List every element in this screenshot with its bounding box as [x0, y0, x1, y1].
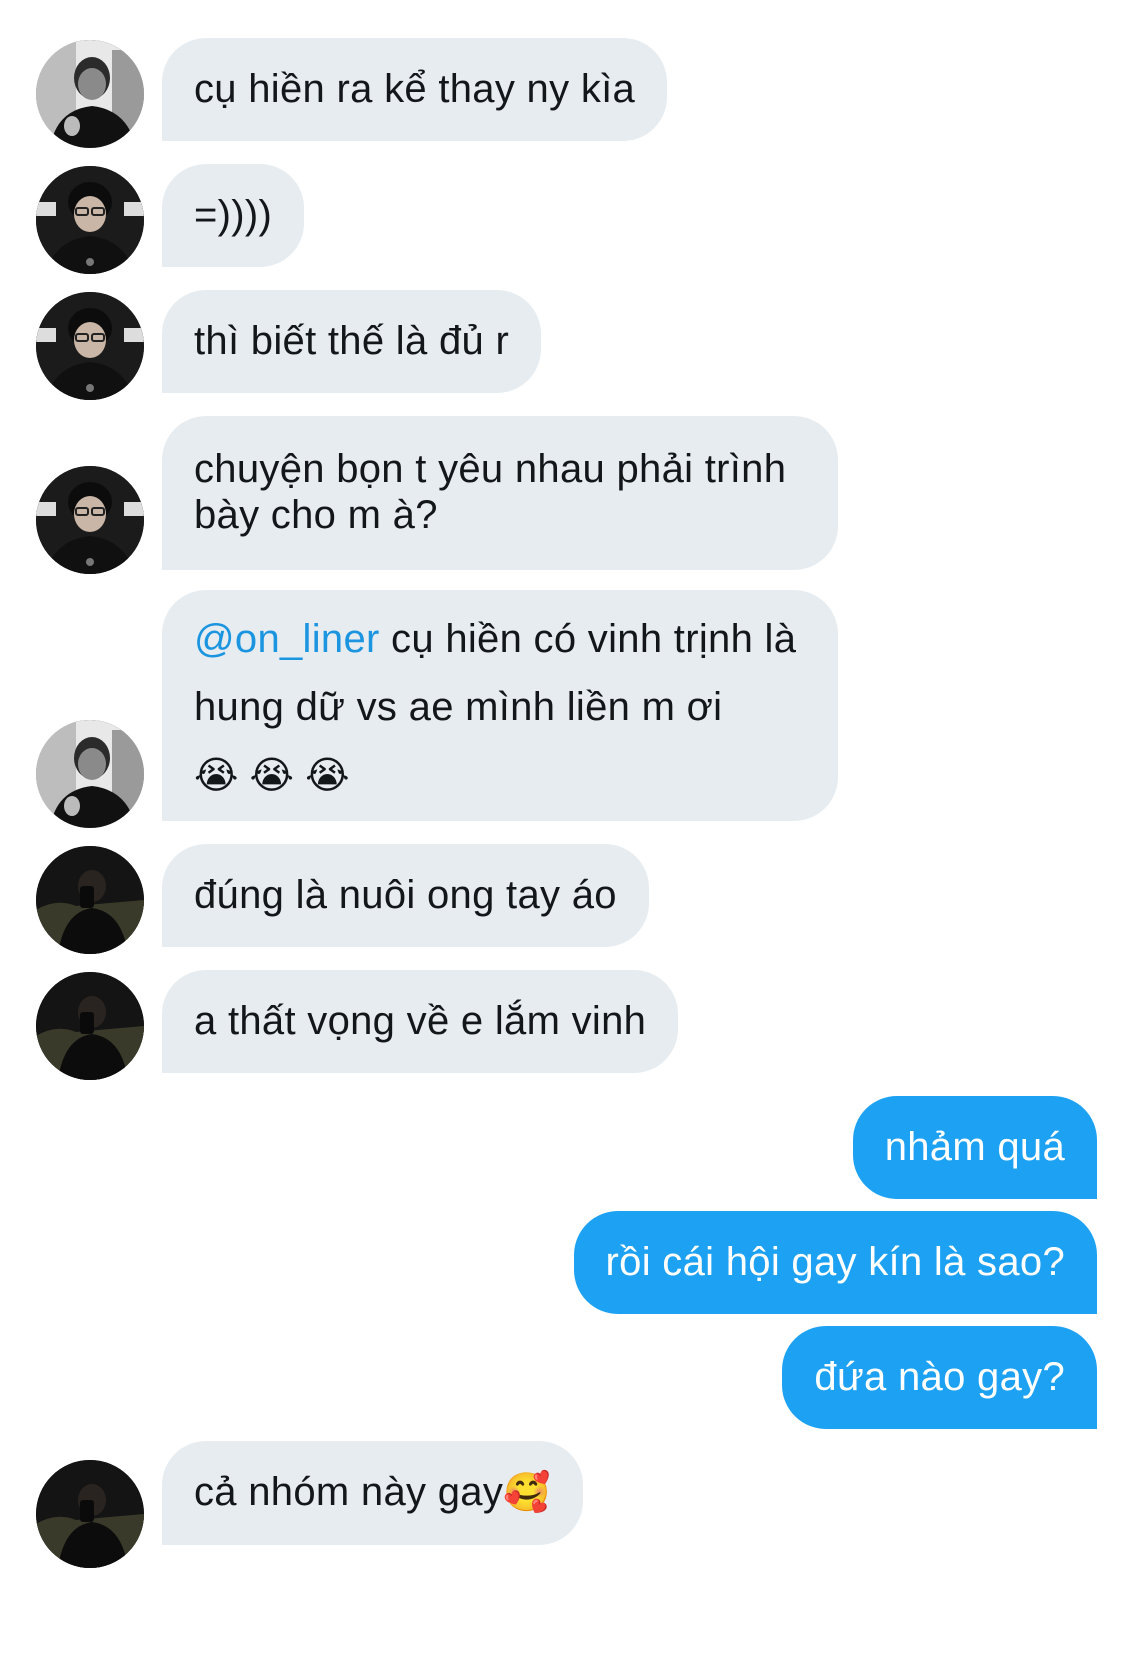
- message-bubble[interactable]: =)))): [162, 164, 305, 267]
- message-bubble[interactable]: đứa nào gay?: [782, 1326, 1097, 1429]
- avatar[interactable]: [36, 720, 144, 828]
- avatar-dark-portrait-icon: [36, 846, 144, 954]
- message-text: thì biết thế là đủ r: [194, 319, 510, 363]
- avatar-dark-portrait-icon: [36, 1460, 144, 1568]
- message-text: a thất vọng về e lắm vinh: [194, 999, 647, 1043]
- message-text: đứa nào gay?: [814, 1355, 1065, 1399]
- crying-face-emoji-icon: 😭 😭 😭: [194, 755, 350, 797]
- message-bubble[interactable]: đúng là nuôi ong tay áo: [162, 844, 649, 947]
- avatar[interactable]: [36, 846, 144, 954]
- smiling-face-with-hearts-emoji-icon: 🥰: [503, 1472, 551, 1514]
- message-bubble[interactable]: rồi cái hội gay kín là sao?: [573, 1211, 1097, 1314]
- avatar-bw-portrait-icon: [36, 40, 144, 148]
- message-bubble[interactable]: @on_liner cụ hiền có vinh trịnh là hung …: [162, 590, 838, 821]
- message-text: nhảm quá: [884, 1125, 1065, 1169]
- avatar[interactable]: [36, 292, 144, 400]
- message-text: cả nhóm này gay: [194, 1470, 504, 1514]
- avatar[interactable]: [36, 972, 144, 1080]
- avatar-bw-portrait-icon: [36, 720, 144, 828]
- avatar-dark-portrait-icon: [36, 972, 144, 1080]
- avatar-glasses-portrait-icon: [36, 466, 144, 574]
- message-text: đúng là nuôi ong tay áo: [194, 873, 617, 917]
- message-text: rồi cái hội gay kín là sao?: [605, 1240, 1065, 1284]
- avatar-glasses-portrait-icon: [36, 166, 144, 274]
- message-text: =)))): [194, 193, 273, 237]
- message-bubble[interactable]: chuyện bọn t yêu nhau phải trình bày cho…: [162, 416, 838, 570]
- message-bubble[interactable]: cả nhóm này gay🥰: [162, 1441, 583, 1545]
- message-bubble[interactable]: a thất vọng về e lắm vinh: [162, 970, 679, 1073]
- message-text: cụ hiền ra kể thay ny kìa: [194, 67, 636, 111]
- message-bubble[interactable]: cụ hiền ra kể thay ny kìa: [162, 38, 668, 141]
- avatar[interactable]: [36, 1460, 144, 1568]
- message-thread: cụ hiền ra kể thay ny kìa =)))) thì biết…: [0, 0, 1125, 1679]
- message-text: chuyện bọn t yêu nhau phải trình bày cho…: [194, 447, 787, 537]
- mention-link[interactable]: @on_liner: [194, 617, 380, 661]
- avatar[interactable]: [36, 40, 144, 148]
- message-bubble[interactable]: thì biết thế là đủ r: [162, 290, 542, 393]
- avatar-glasses-portrait-icon: [36, 292, 144, 400]
- avatar[interactable]: [36, 466, 144, 574]
- avatar[interactable]: [36, 166, 144, 274]
- message-bubble[interactable]: nhảm quá: [852, 1096, 1097, 1199]
